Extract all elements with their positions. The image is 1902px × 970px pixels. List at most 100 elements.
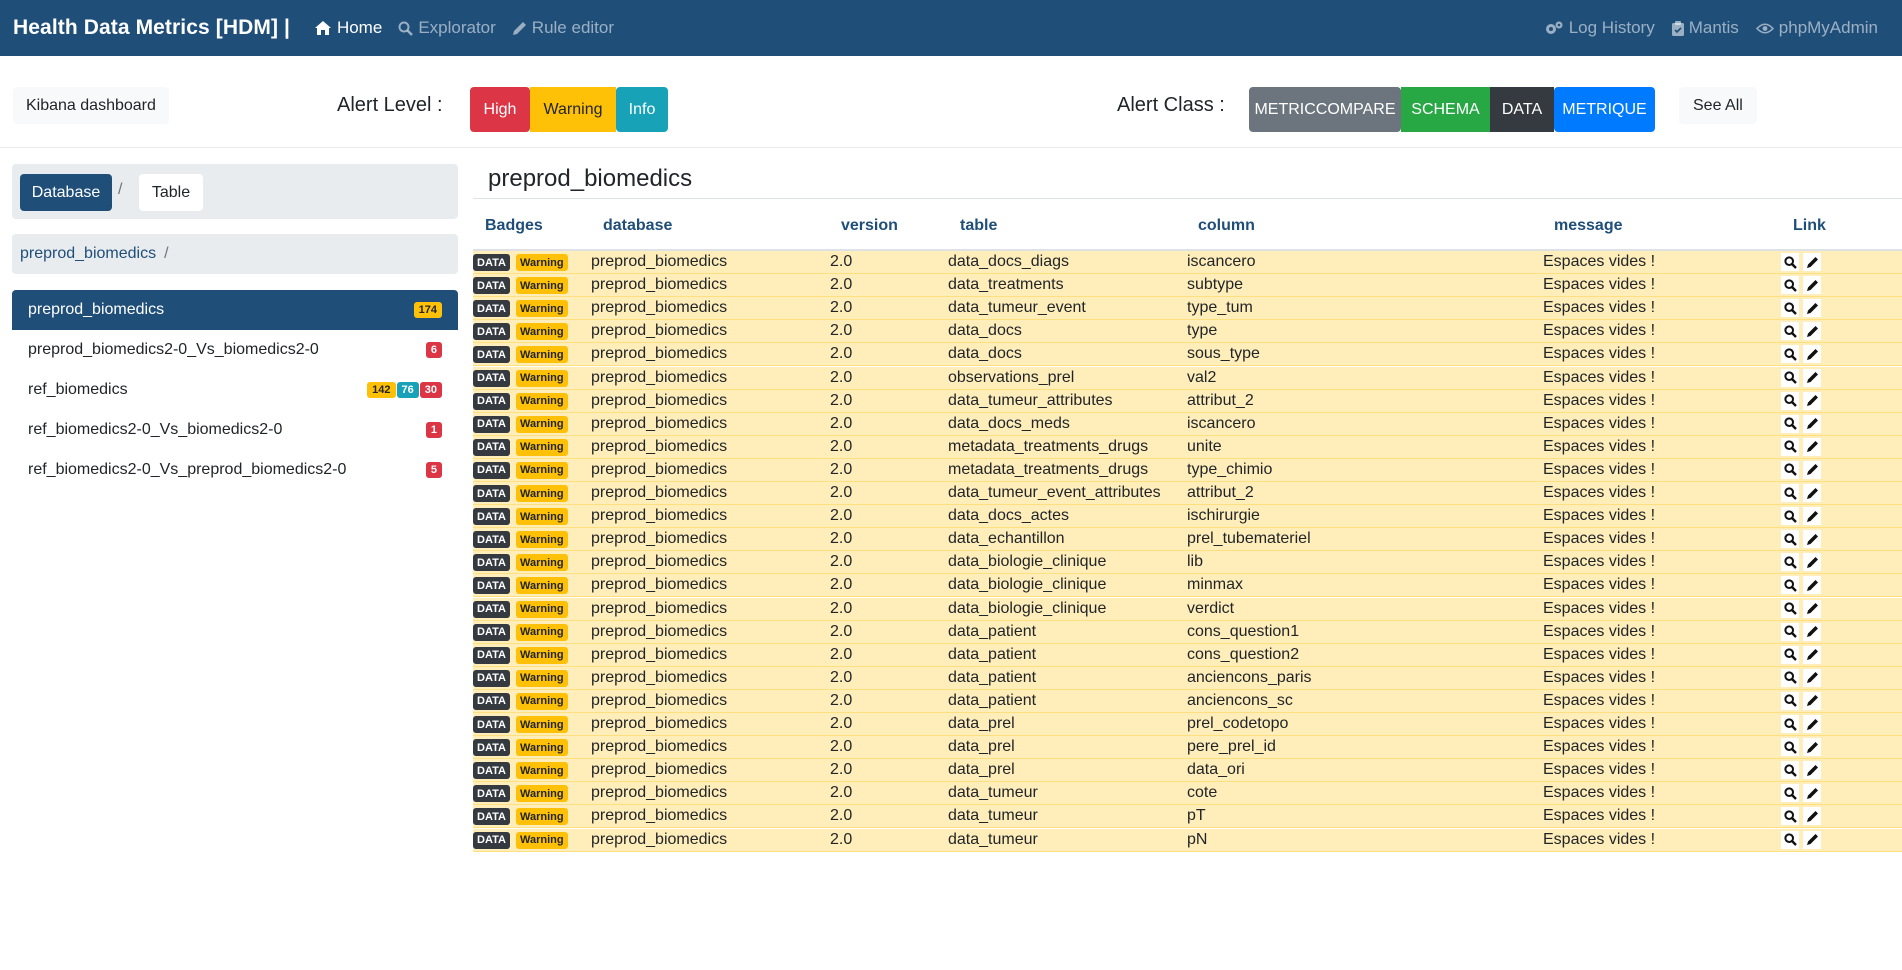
alert-class-metrique-button[interactable]: METRIQUE (1554, 87, 1655, 132)
header-message[interactable]: message (1554, 217, 1623, 235)
database-list-item[interactable]: ref_biomedics 142 76 30 (12, 370, 458, 410)
search-icon[interactable] (1781, 345, 1799, 364)
count-badge: 1 (425, 422, 442, 438)
search-icon[interactable] (1781, 576, 1799, 595)
edit-icon[interactable] (1803, 830, 1821, 849)
warning-badge: Warning (516, 692, 568, 710)
search-icon[interactable] (1781, 599, 1799, 618)
edit-icon[interactable] (1803, 576, 1821, 595)
search-icon[interactable] (1781, 761, 1799, 780)
search-icon[interactable] (1781, 460, 1799, 479)
search-icon[interactable] (1781, 437, 1799, 456)
edit-icon[interactable] (1803, 253, 1821, 271)
database-badges: 142 76 30 (366, 382, 442, 398)
search-icon[interactable] (1781, 322, 1799, 341)
search-icon[interactable] (1781, 484, 1799, 502)
database-list-item[interactable]: ref_biomedics2-0_Vs_biomedics2-0 1 (12, 410, 458, 450)
crumb-database-button[interactable]: Database (20, 174, 112, 211)
search-icon[interactable] (1781, 830, 1799, 849)
edit-icon[interactable] (1803, 437, 1821, 456)
edit-icon[interactable] (1803, 715, 1821, 733)
top-navbar: Health Data Metrics [HDM] | Home Explora… (0, 0, 1902, 56)
cell-database: preprod_biomedics (591, 530, 728, 548)
edit-icon[interactable] (1803, 276, 1821, 295)
header-database[interactable]: database (603, 217, 672, 235)
count-badge: 142 (367, 382, 396, 398)
table-row: DATA Warning preprod_biomedics 2.0 data_echa… (473, 528, 1902, 552)
nav-log-history[interactable]: Log History (1544, 18, 1655, 38)
search-icon[interactable] (1781, 530, 1799, 549)
edit-icon[interactable] (1803, 368, 1821, 387)
data-badge: DATA (473, 692, 510, 710)
edit-icon[interactable] (1803, 553, 1821, 572)
alert-level-info-button[interactable]: Info (616, 87, 668, 132)
cell-table: data_biologie_clinique (948, 576, 1107, 594)
header-badges[interactable]: Badges (485, 217, 543, 235)
edit-icon[interactable] (1803, 691, 1821, 710)
search-icon[interactable] (1781, 507, 1799, 526)
search-icon[interactable] (1781, 553, 1799, 572)
alert-class-schema-button[interactable]: SCHEMA (1401, 87, 1490, 132)
crumb-table-button[interactable]: Table (139, 174, 203, 211)
nav-home[interactable]: Home (314, 18, 382, 38)
search-icon[interactable] (1781, 414, 1799, 433)
edit-icon[interactable] (1803, 807, 1821, 826)
cell-column: prel_codetopo (1187, 715, 1289, 732)
edit-icon[interactable] (1803, 738, 1821, 757)
edit-icon[interactable] (1803, 322, 1821, 341)
search-icon[interactable] (1781, 622, 1799, 641)
search-icon[interactable] (1781, 253, 1799, 271)
edit-icon[interactable] (1803, 484, 1821, 502)
cell-database: preprod_biomedics (591, 391, 728, 409)
header-table[interactable]: table (960, 217, 997, 235)
warning-badge: Warning (516, 716, 568, 733)
cell-message: Espaces vides ! (1543, 599, 1656, 617)
see-all-button[interactable]: See All (1679, 87, 1757, 124)
edit-icon[interactable] (1803, 761, 1821, 780)
header-version[interactable]: version (841, 217, 898, 235)
database-list-item[interactable]: preprod_biomedics2-0_Vs_biomedics2-0 6 (12, 330, 458, 370)
path-db-link[interactable]: preprod_biomedics (20, 245, 156, 263)
alert-level-high-button[interactable]: High (470, 87, 530, 132)
nav-rule-editor[interactable]: Rule editor (512, 18, 614, 38)
search-icon[interactable] (1781, 784, 1799, 803)
edit-icon[interactable] (1803, 784, 1821, 803)
cell-table: data_treatments (948, 276, 1064, 294)
edit-icon[interactable] (1803, 460, 1821, 479)
edit-icon[interactable] (1803, 645, 1821, 664)
search-icon[interactable] (1781, 299, 1799, 318)
header-link[interactable]: Link (1793, 217, 1826, 235)
edit-icon[interactable] (1803, 622, 1821, 641)
search-icon[interactable] (1781, 368, 1799, 387)
edit-icon[interactable] (1803, 391, 1821, 410)
edit-icon[interactable] (1803, 668, 1821, 687)
edit-icon[interactable] (1803, 414, 1821, 433)
search-icon[interactable] (1781, 391, 1799, 410)
kibana-dashboard-button[interactable]: Kibana dashboard (13, 87, 169, 124)
edit-icon[interactable] (1803, 530, 1821, 549)
database-name: preprod_biomedics2-0_Vs_biomedics2-0 (28, 341, 319, 358)
search-icon[interactable] (1781, 738, 1799, 757)
database-list-item[interactable]: preprod_biomedics 174 (12, 290, 458, 330)
edit-icon[interactable] (1803, 599, 1821, 618)
alert-level-warning-button[interactable]: Warning (530, 87, 616, 132)
edit-icon[interactable] (1803, 345, 1821, 364)
search-icon[interactable] (1781, 691, 1799, 710)
nav-mantis[interactable]: Mantis (1671, 18, 1739, 38)
search-icon[interactable] (1781, 715, 1799, 733)
brand-title[interactable]: Health Data Metrics [HDM] | (13, 16, 290, 40)
edit-icon[interactable] (1803, 299, 1821, 318)
edit-icon[interactable] (1803, 507, 1821, 526)
nav-phpmyadmin[interactable]: phpMyAdmin (1755, 18, 1878, 38)
header-column[interactable]: column (1198, 217, 1255, 235)
nav-explorator[interactable]: Explorator (398, 18, 496, 38)
database-list-item[interactable]: ref_biomedics2-0_Vs_preprod_biomedics2-0… (12, 450, 458, 490)
search-icon[interactable] (1781, 668, 1799, 687)
search-icon[interactable] (1781, 645, 1799, 664)
cell-message: Espaces vides ! (1543, 507, 1656, 525)
search-icon[interactable] (1781, 807, 1799, 826)
search-icon[interactable] (1781, 276, 1799, 295)
alert-class-metriccompare-button[interactable]: METRICCOMPARE (1249, 87, 1401, 132)
database-name: ref_biomedics2-0_Vs_preprod_biomedics2-0 (28, 461, 347, 478)
alert-class-data-button[interactable]: DATA (1490, 87, 1554, 132)
